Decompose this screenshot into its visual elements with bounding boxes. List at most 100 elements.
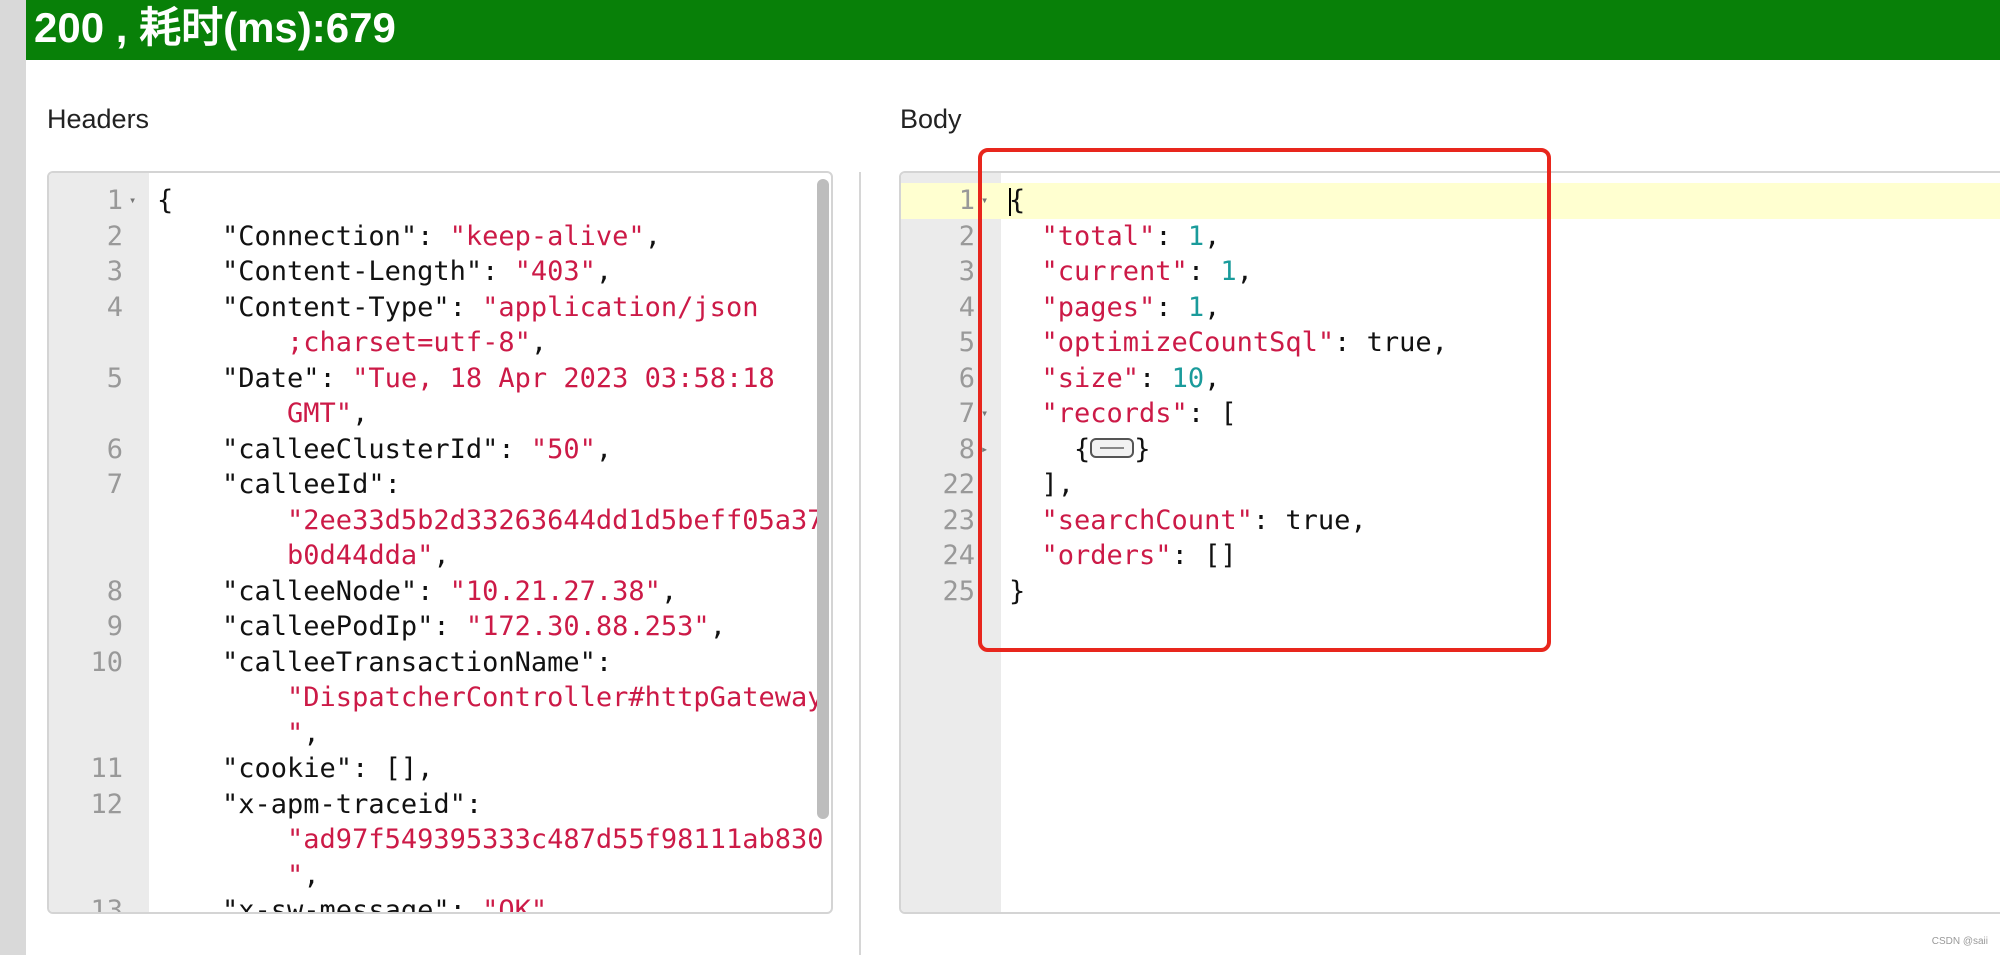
code-text: b0d44dda", (157, 538, 831, 574)
fold-expand-icon[interactable]: ▸ (981, 432, 988, 468)
code-text: "Connection": "keep-alive", (157, 219, 831, 255)
code-line[interactable]: "2ee33d5b2d33263644dd1d5beff05a37 (49, 503, 831, 539)
line-number: 4 (958, 291, 975, 323)
json-string: "pages" (1009, 291, 1156, 323)
code-line[interactable]: 4 "pages": 1, (901, 290, 2000, 326)
code-line[interactable]: 5 "Date": "Tue, 18 Apr 2023 03:58:18 (49, 361, 831, 397)
json-string: ;charset=utf-8" (157, 327, 531, 358)
code-line[interactable]: 10 "calleeTransactionName": (49, 645, 831, 681)
code-line[interactable]: 4 "Content-Type": "application/json (49, 290, 831, 326)
json-token: "x-apm-traceid": (157, 788, 483, 820)
code-line[interactable]: "ad97f549395333c487d55f98111ab830 (49, 822, 831, 858)
json-string: " (157, 859, 304, 891)
code-line[interactable]: 25} (901, 574, 2000, 610)
code-line[interactable]: 3 "current": 1, (901, 254, 2000, 290)
json-token: "Content-Type": (157, 291, 483, 323)
code-line[interactable]: ;charset=utf-8", (49, 325, 831, 361)
json-string: "searchCount" (1009, 504, 1253, 536)
code-text: "Content-Type": "application/json (157, 290, 831, 326)
body-code-lines[interactable]: 1 ▾{2 "total": 1, 3 "current": 1, 4 "pages"… (901, 183, 2000, 609)
json-token: "Connection": (157, 220, 450, 252)
code-line[interactable]: 13 "x-sw-message": "OK", (49, 893, 831, 914)
code-line[interactable]: 2 "total": 1, (901, 219, 2000, 255)
code-text: "calleeId": (157, 467, 831, 503)
code-line[interactable]: 7 ▾ "records": [ (901, 396, 2000, 432)
code-line[interactable]: 6 "calleeClusterId": "50", (49, 432, 831, 468)
code-text: "size": 10, (1009, 361, 2000, 397)
code-line[interactable]: ", (49, 716, 831, 752)
json-token: , (1204, 291, 1221, 323)
json-string: "size" (1009, 362, 1140, 394)
json-string: "current" (1009, 256, 1188, 287)
code-text: "calleeNode": "10.21.27.38", (157, 574, 831, 610)
body-editor[interactable]: 1 ▾{2 "total": 1, 3 "current": 1, 4 "pages"… (899, 171, 2000, 914)
code-line[interactable]: 8 ▸ {} (901, 432, 2000, 468)
left-edge-strip (0, 0, 26, 955)
code-text: "current": 1, (1009, 254, 2000, 290)
code-text: "optimizeCountSql": true, (1009, 325, 2000, 361)
code-line[interactable]: 24 "orders": [] (901, 538, 2000, 574)
json-string: "optimizeCountSql" (1009, 327, 1335, 358)
line-number: 2 (106, 220, 123, 252)
response-status-bar: 200 , 耗时(ms):679 (26, 0, 2000, 60)
headers-editor[interactable]: 1 ▾{2 "Connection": "keep-alive", 3 "Conte… (47, 171, 833, 914)
code-line[interactable]: 1 ▾ { (49, 183, 831, 219)
code-text: ], (1009, 467, 2000, 503)
code-line[interactable]: 12 "x-apm-traceid": (49, 787, 831, 823)
code-line[interactable]: ", (49, 858, 831, 894)
code-line[interactable]: 8 "calleeNode": "10.21.27.38", (49, 574, 831, 610)
json-string: "OK" (482, 895, 548, 914)
json-string: "172.30.88.253" (465, 611, 710, 642)
fold-collapse-icon[interactable]: ▾ (981, 396, 988, 432)
code-text: "2ee33d5b2d33263644dd1d5beff05a37 (157, 503, 831, 539)
json-token: , (1204, 220, 1221, 252)
line-number: 2 (958, 220, 975, 252)
code-text: "total": 1, (1009, 219, 2000, 255)
code-line[interactable]: "DispatcherController#httpGateway (49, 680, 831, 716)
code-line[interactable]: 7 "calleeId": (49, 467, 831, 503)
json-token: [] (384, 753, 418, 784)
line-number: 24 (942, 540, 975, 571)
json-string: "application/json (482, 291, 759, 323)
code-line[interactable]: 3 "Content-Length": "403", (49, 254, 831, 290)
line-number: 1 (958, 185, 975, 216)
code-text: "DispatcherController#httpGateway (157, 680, 831, 716)
code-text: "x-apm-traceid": (157, 787, 831, 823)
json-token: { (1009, 433, 1091, 465)
code-text: ", (157, 716, 831, 752)
json-token: { (1009, 185, 1026, 216)
code-text: "records": [ (1009, 396, 2000, 432)
code-line[interactable]: b0d44dda", (49, 538, 831, 574)
json-number: 1 (1187, 220, 1205, 252)
code-line[interactable]: 9 "calleePodIp": "172.30.88.253", (49, 609, 831, 645)
fold-collapse-icon[interactable]: ▾ (129, 183, 136, 219)
panel-divider[interactable] (859, 172, 861, 955)
json-string: GMT" (157, 398, 353, 429)
code-line[interactable]: 11 "cookie": [], (49, 751, 831, 787)
code-line[interactable]: 6 "size": 10, (901, 361, 2000, 397)
line-number: 12 (90, 788, 123, 820)
code-line[interactable]: 1 ▾ { (901, 183, 2000, 219)
fold-collapse-icon[interactable]: ▾ (981, 183, 988, 219)
code-line[interactable]: 23 "searchCount": true, (901, 503, 2000, 539)
line-number: 25 (942, 575, 975, 607)
code-line[interactable]: 5 "optimizeCountSql": true, (901, 325, 2000, 361)
line-number: 6 (958, 362, 975, 394)
code-line[interactable]: GMT", (49, 396, 831, 432)
json-string: "Tue, 18 Apr 2023 03:58:18 (352, 362, 775, 394)
json-token: , (595, 256, 613, 287)
json-token: ], (1009, 469, 1075, 500)
line-number: 22 (942, 469, 975, 500)
code-line[interactable]: 2 "Connection": "keep-alive", (49, 219, 831, 255)
line-number: 5 (958, 327, 975, 358)
line-number: 23 (942, 504, 975, 536)
code-text: ", (157, 858, 831, 894)
headers-code-lines[interactable]: 1 ▾{2 "Connection": "keep-alive", 3 "Conte… (49, 183, 831, 914)
status-text: 200 , 耗时(ms):679 (34, 4, 396, 51)
json-token: "calleeId": (157, 469, 401, 500)
headers-scrollbar[interactable] (817, 179, 829, 819)
json-token: , (433, 540, 450, 571)
json-token: } (1009, 575, 1026, 607)
collapsed-object-marker[interactable] (1090, 438, 1135, 458)
code-line[interactable]: 22 ], (901, 467, 2000, 503)
